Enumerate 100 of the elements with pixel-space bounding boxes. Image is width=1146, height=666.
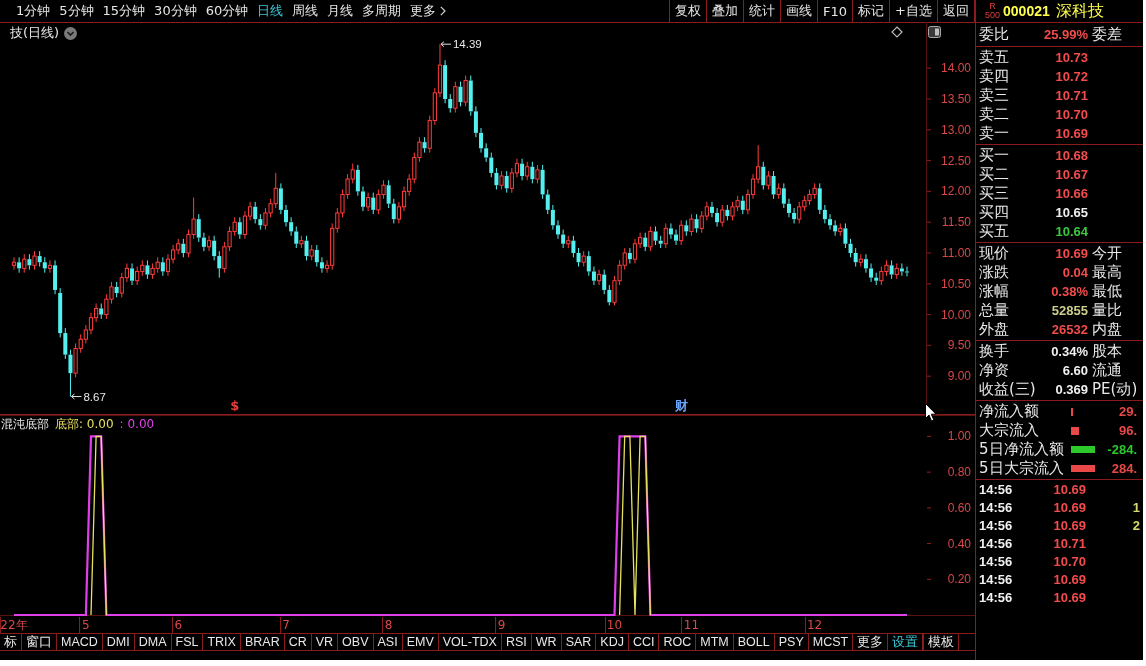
field-value: 10.65 (1054, 205, 1088, 220)
indicator-tab[interactable]: OBV (338, 634, 374, 650)
indicator-tab[interactable]: 更多 (853, 634, 889, 650)
axis-label: 0.40 (947, 536, 971, 551)
axis-label: 1.00 (947, 429, 971, 444)
template-button[interactable]: 模板 (923, 634, 960, 650)
axis-label: 10.00 (940, 307, 971, 322)
field-value: 10.72 (1054, 69, 1088, 84)
tick-price: 10.69 (1052, 499, 1086, 515)
field-label: 内盘 (1091, 320, 1123, 339)
field-label: 收益(三) (979, 380, 1036, 399)
field-label: 委比 (979, 25, 1010, 44)
diamond-icon[interactable] (891, 26, 903, 38)
axis-label: 22年 (0, 618, 28, 632)
axis-label: 11.50 (941, 215, 971, 230)
indicator-tab[interactable]: ROC (659, 634, 697, 650)
indicator-tab[interactable]: MCST (808, 634, 854, 650)
indicator-tab[interactable]: 设置 (888, 634, 924, 650)
indicator-tab[interactable]: BOLL (733, 634, 775, 650)
period-tab[interactable]: 周线 (292, 2, 319, 20)
indicator-tab[interactable]: VOL-TDX (438, 634, 502, 650)
field-label: 股本 (1091, 342, 1123, 361)
field-value: 10.66 (1054, 186, 1088, 201)
field-value: 25.99% (1042, 27, 1088, 42)
axis-label: 0.80 (947, 465, 971, 480)
field-value: 10.68 (1054, 148, 1088, 163)
field-label: 流通 (1091, 361, 1123, 380)
period-tab[interactable]: 5分钟 (59, 2, 94, 20)
more-button[interactable]: 更多 (410, 2, 447, 20)
axis-label: 11 (683, 618, 700, 632)
arrow-icon (440, 41, 452, 48)
period-tab[interactable]: 1分钟 (16, 2, 51, 20)
event-marker: 财 (674, 398, 688, 413)
field-label: 买二 (979, 165, 1010, 184)
field-label: 委差 (1091, 25, 1123, 44)
indicator-tab[interactable]: RSI (501, 634, 532, 650)
field-value: 10.67 (1054, 167, 1088, 182)
field-value: 0.38% (1050, 284, 1088, 299)
indicator-tab[interactable]: ASI (373, 634, 403, 650)
period-tab[interactable]: 多周期 (362, 2, 402, 20)
stock-name: 深科技 (1055, 0, 1104, 22)
field-label: 量比 (1091, 301, 1123, 320)
field-value: 26532 (1050, 322, 1088, 337)
indicator-tab[interactable]: DMA (134, 634, 172, 650)
indicator-tab[interactable]: PSY (774, 634, 809, 650)
period-tab[interactable]: 月线 (327, 2, 354, 20)
indicator-tab[interactable]: CCI (628, 634, 660, 650)
indicator-tab[interactable]: BRAR (240, 634, 285, 650)
square-icon[interactable] (928, 26, 941, 38)
indicator-tab[interactable]: 窗口 (22, 634, 57, 650)
field-label: 买三 (979, 184, 1010, 203)
field-label: 涨幅 (979, 282, 1010, 301)
indicator-tab[interactable]: KDJ (596, 634, 629, 650)
stock-code: 000021 (1003, 3, 1050, 19)
chevron-right-icon (440, 6, 447, 16)
indicator-tab[interactable]: MTM (696, 634, 734, 650)
indicator-tab[interactable]: SAR (561, 634, 597, 650)
indicator-readout: : 0.00 (119, 417, 155, 431)
field-value: 52855 (1050, 303, 1088, 318)
dropdown-icon[interactable] (64, 26, 78, 40)
field-value: 0.04 (1061, 265, 1088, 280)
field-value: 29. (1117, 404, 1138, 419)
axis-label: 11.00 (941, 246, 971, 260)
indicator-tab[interactable]: CR (284, 634, 312, 650)
tick-price: 10.69 (1052, 517, 1086, 533)
field-value: 10.64 (1054, 224, 1088, 239)
indicator-tab[interactable]: DMI (102, 634, 135, 650)
price-label: 14.39 (452, 38, 482, 51)
axis-label: 13.00 (940, 122, 971, 137)
indicator-tab[interactable]: MACD (57, 634, 103, 650)
period-tab[interactable]: 30分钟 (154, 2, 197, 20)
axis-label: 14.00 (940, 61, 971, 76)
field-label: 最低 (1091, 282, 1123, 301)
indicator-tab[interactable]: EMV (402, 634, 439, 650)
axis-label: 0.20 (947, 572, 971, 587)
field-label: 换手 (979, 342, 1010, 361)
indicator-tab[interactable]: 标 (0, 634, 22, 650)
axis-label: 10.50 (940, 276, 971, 291)
axis-label: 7 (282, 618, 290, 632)
period-tab[interactable]: 60分钟 (205, 2, 249, 20)
tick-price: 10.69 (1052, 481, 1086, 497)
indicator-tab[interactable]: TRIX (203, 634, 241, 650)
field-value: 10.71 (1054, 88, 1088, 103)
field-value: 10.69 (1054, 126, 1088, 141)
tick-value: 2 (1131, 517, 1141, 533)
field-label: 买五 (979, 222, 1010, 241)
period-tab[interactable]: 15分钟 (102, 2, 146, 20)
tick-price: 10.69 (1052, 589, 1086, 605)
indicator-readout: 底部: 0.00 (55, 417, 114, 431)
period-tab[interactable]: 日线 (257, 2, 284, 20)
toolbar-button[interactable]: 返回 (937, 0, 975, 22)
indicator-name: 混沌底部 (1, 417, 49, 431)
field-label: 5日大宗流入 (979, 459, 1065, 478)
indicator-tab[interactable]: WR (531, 634, 562, 650)
indicator-tab[interactable]: VR (311, 634, 339, 650)
tick-price: 10.71 (1052, 535, 1086, 551)
field-label: 现价 (979, 244, 1010, 263)
field-label: 卖五 (979, 48, 1010, 67)
indicator-tab[interactable]: FSL (171, 634, 204, 650)
axis-label: 9 (497, 618, 506, 632)
